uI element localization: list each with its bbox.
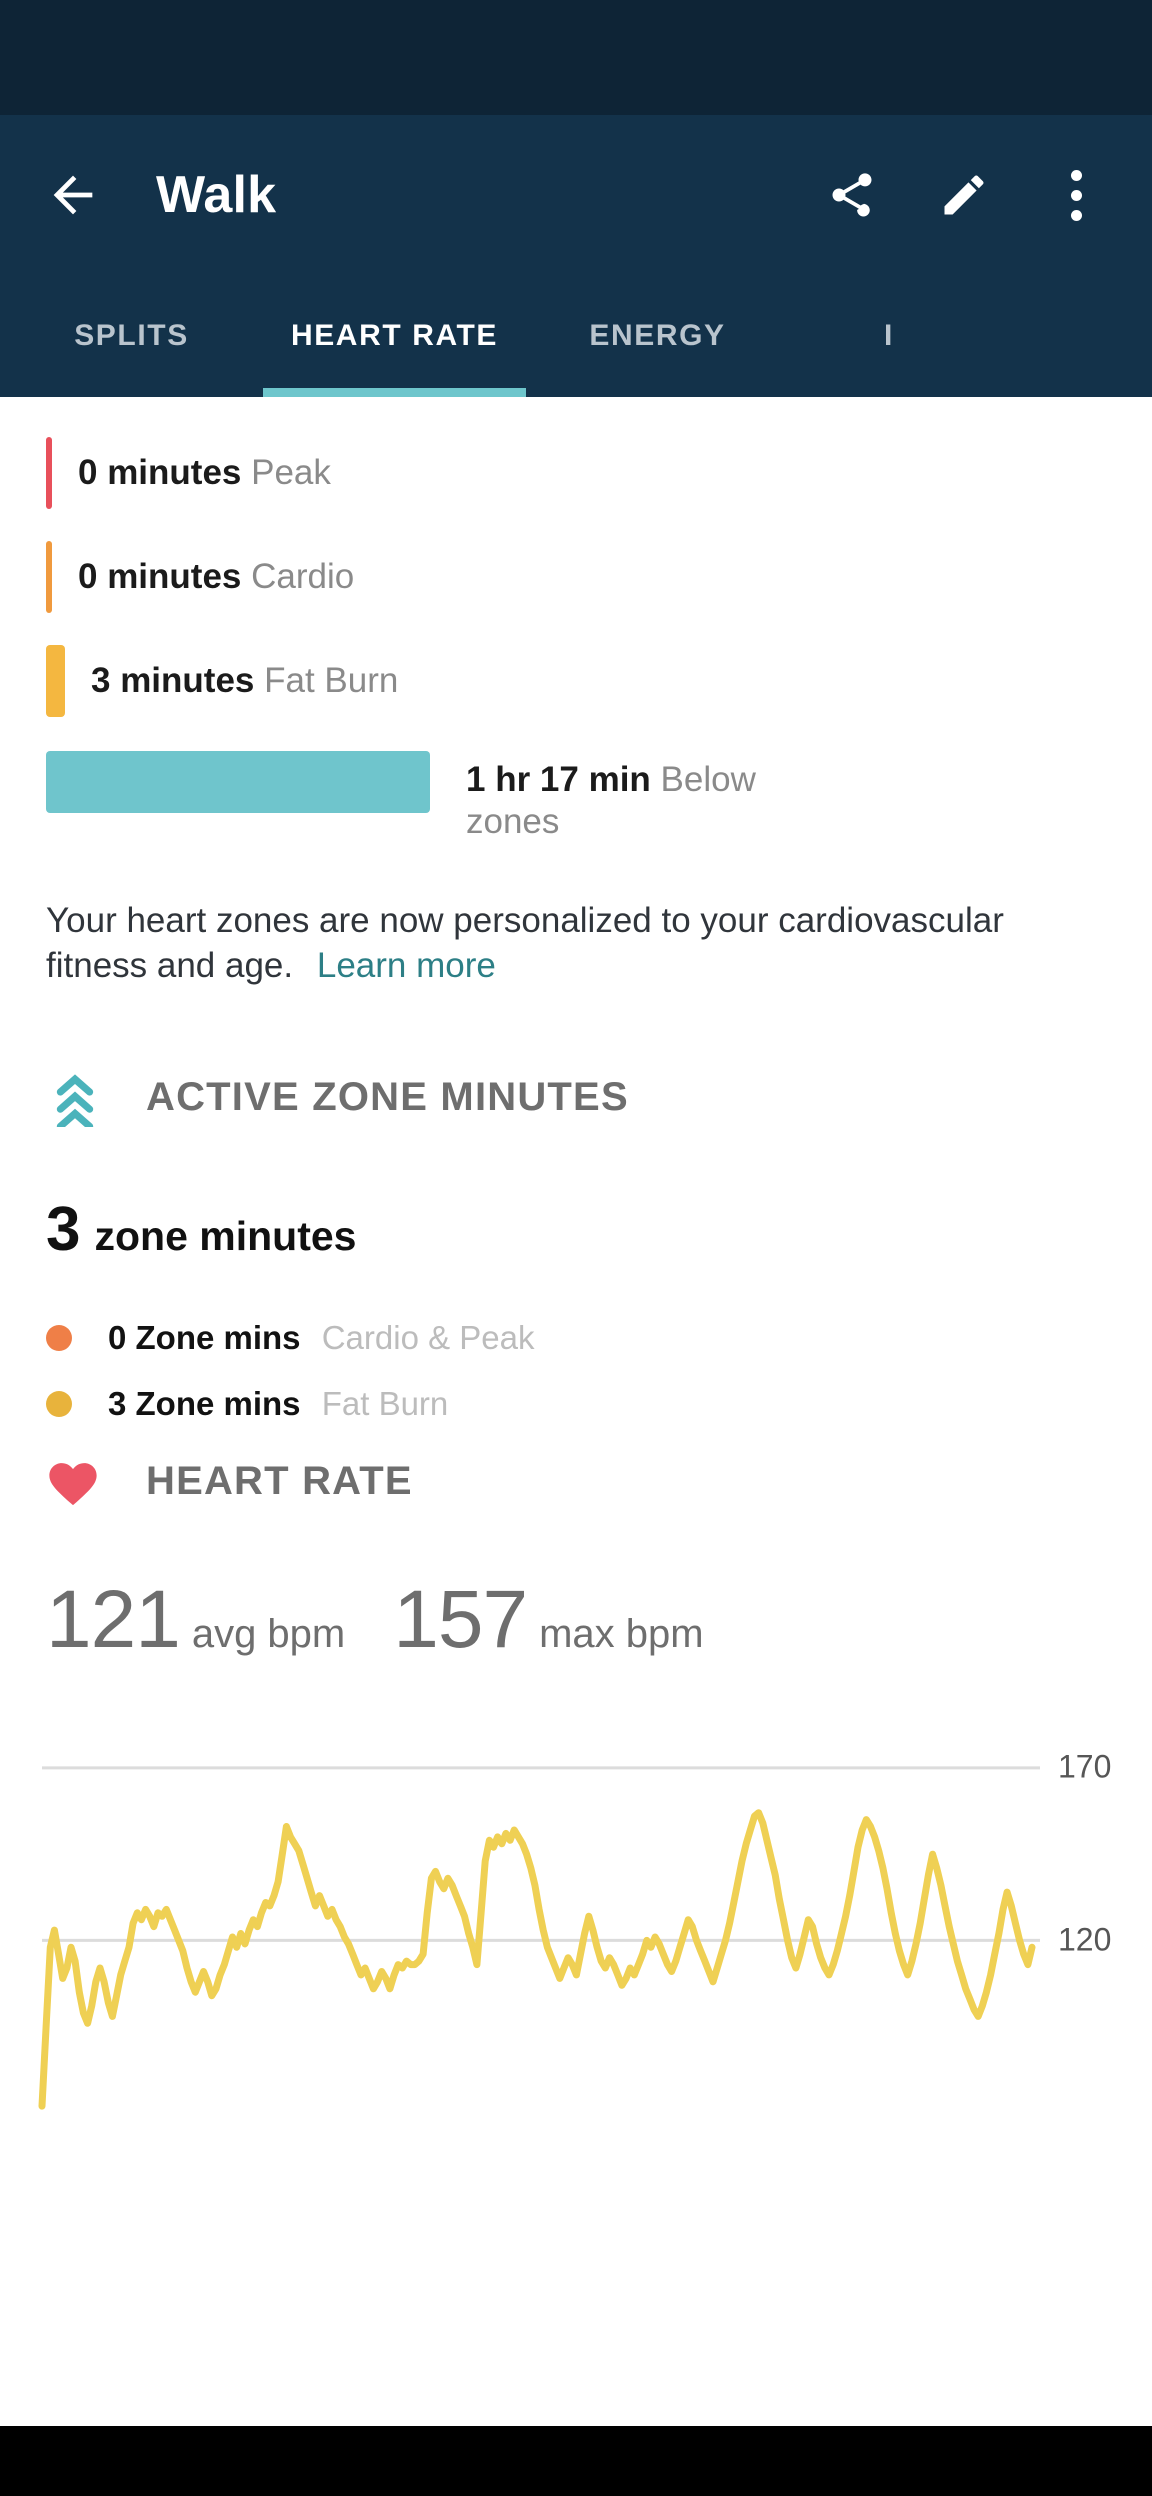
zone-name-cardio: Cardio	[251, 557, 354, 596]
more-options-button[interactable]	[1034, 153, 1118, 237]
zone-bar-below-zones	[46, 751, 430, 813]
tab-heart-rate[interactable]: HEART RATE	[263, 275, 526, 397]
zone-bar-fat-burn	[46, 645, 65, 717]
edit-button[interactable]	[922, 153, 1006, 237]
status-bar	[0, 0, 1152, 115]
heart-rate-header: HEART RATE	[0, 1457, 1152, 1507]
heart-rate-tab-content: 0 minutes Peak 0 minutes Cardio 3 minute…	[0, 397, 1152, 2113]
chart-ytick-120: 120	[1058, 1922, 1111, 1959]
arrow-left-icon	[44, 166, 102, 224]
heart-rate-chart-svg	[0, 1723, 1152, 2113]
zone-row-below-zones: 1 hr 17 min Below zones	[46, 751, 1106, 843]
legend-dot-cardio-peak	[46, 1325, 72, 1351]
share-button[interactable]	[810, 153, 894, 237]
tab-energy[interactable]: ENERGY	[526, 275, 789, 397]
more-vertical-icon	[1071, 170, 1082, 221]
heart-rate-chart[interactable]: 170 120	[0, 1723, 1152, 2113]
legend-label-fat-burn: 3 Zone mins Fat Burn	[108, 1385, 448, 1423]
zone-minutes-legend: 0 Zone mins Cardio & Peak 3 Zone mins Fa…	[0, 1319, 1152, 1423]
zone-row-peak: 0 minutes Peak	[46, 437, 1106, 509]
active-zone-minutes-header: ACTIVE ZONE MINUTES	[0, 1069, 1152, 1127]
legend-row-cardio-peak: 0 Zone mins Cardio & Peak	[46, 1319, 1106, 1357]
zone-bar-cardio	[46, 541, 52, 613]
zone-name-fat-burn: Fat Burn	[264, 661, 398, 700]
zone-row-cardio: 0 minutes Cardio	[46, 541, 1106, 613]
max-bpm-group: 157 max bpm	[393, 1579, 703, 1661]
max-bpm-unit: max bpm	[539, 1612, 704, 1657]
legend-label-cardio-peak: 0 Zone mins Cardio & Peak	[108, 1319, 535, 1357]
tab-next[interactable]: I	[789, 275, 989, 397]
avg-bpm-group: 121 avg bpm	[46, 1579, 345, 1661]
active-zone-minutes-title: ACTIVE ZONE MINUTES	[146, 1075, 629, 1120]
system-navigation-bar	[0, 2426, 1152, 2496]
bpm-summary: 121 avg bpm 157 max bpm	[0, 1579, 1152, 1661]
tab-splits[interactable]: SPLITS	[0, 275, 263, 397]
page-title: Walk	[156, 165, 276, 225]
heart-rate-title: HEART RATE	[146, 1459, 413, 1504]
zone-bar-peak	[46, 437, 52, 509]
personalization-note: Your heart zones are now personalized to…	[0, 843, 1152, 989]
zone-label-fat-burn: 3 minutes Fat Burn	[91, 660, 398, 702]
heart-icon	[46, 1457, 118, 1507]
zone-minutes-total-unit: zone minutes	[94, 1213, 356, 1260]
share-icon	[826, 169, 878, 221]
triple-chevron-up-icon	[46, 1069, 118, 1127]
back-button[interactable]	[34, 156, 112, 234]
app-bar: Walk	[0, 115, 1152, 275]
zone-name-peak: Peak	[251, 453, 331, 492]
pencil-icon	[938, 169, 990, 221]
zone-minutes-total-value: 3	[46, 1199, 80, 1261]
learn-more-link[interactable]: Learn more	[317, 946, 496, 985]
avg-bpm-value: 121	[46, 1579, 180, 1661]
zone-label-cardio: 0 minutes Cardio	[78, 556, 354, 598]
zone-value-fat-burn: 3 minutes	[91, 661, 254, 700]
zone-label-peak: 0 minutes Peak	[78, 452, 331, 494]
tab-bar: SPLITS HEART RATE ENERGY I	[0, 275, 1152, 397]
zone-label-below-zones: 1 hr 17 min Below zones	[466, 759, 796, 843]
zone-minutes-total: 3 zone minutes	[0, 1199, 1152, 1261]
legend-dot-fat-burn	[46, 1391, 72, 1417]
zone-value-below-zones: 1 hr 17 min	[466, 760, 651, 799]
zone-value-peak: 0 minutes	[78, 453, 241, 492]
legend-name-cardio-peak: Cardio & Peak	[322, 1319, 535, 1356]
legend-value-fat-burn: 3 Zone mins	[108, 1385, 301, 1422]
avg-bpm-unit: avg bpm	[192, 1612, 345, 1657]
personalization-note-text: Your heart zones are now personalized to…	[46, 901, 1004, 985]
app-screen: Walk SPLITS HEART RATE ENERGY I	[0, 0, 1152, 2496]
heart-rate-zones-list: 0 minutes Peak 0 minutes Cardio 3 minute…	[0, 397, 1152, 843]
max-bpm-value: 157	[393, 1579, 527, 1661]
legend-row-fat-burn: 3 Zone mins Fat Burn	[46, 1385, 1106, 1423]
legend-name-fat-burn: Fat Burn	[322, 1385, 449, 1422]
zone-value-cardio: 0 minutes	[78, 557, 241, 596]
legend-value-cardio-peak: 0 Zone mins	[108, 1319, 301, 1356]
chart-ytick-170: 170	[1058, 1749, 1111, 1786]
zone-row-fat-burn: 3 minutes Fat Burn	[46, 645, 1106, 717]
